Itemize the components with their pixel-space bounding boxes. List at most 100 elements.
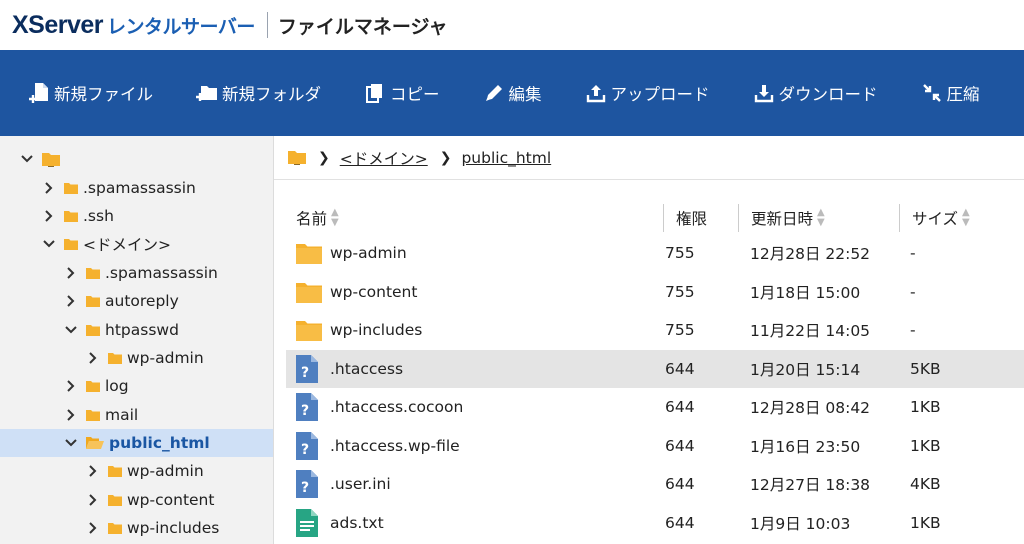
breadcrumb: ❯ <ドメイン> ❯ public_html: [274, 136, 1024, 180]
toolbar: 新規ファイル 新規フォルダ コピー 編集 アップロード ダウンロード 圧縮: [0, 50, 1024, 136]
tree-item[interactable]: autoreply: [0, 287, 273, 315]
app-header: XServer レンタルサーバー ファイルマネージャ: [0, 0, 1024, 50]
chevron-right-icon[interactable]: [86, 464, 100, 478]
breadcrumb-domain[interactable]: <ドメイン>: [340, 147, 428, 169]
folder-icon: [86, 295, 100, 308]
folder-icon: [86, 267, 100, 279]
download-button[interactable]: ダウンロード: [753, 81, 878, 105]
tree-item[interactable]: log: [0, 372, 273, 400]
table-row[interactable]: wp-content 755 1月18日 15:00 -: [286, 273, 1024, 312]
tree-item[interactable]: public_html: [0, 428, 273, 458]
chevron-right-icon[interactable]: [64, 266, 78, 280]
cell-size: -: [910, 321, 916, 340]
tree-item[interactable]: .spamassassin: [0, 259, 273, 287]
tree-item[interactable]: wp-admin: [0, 457, 273, 485]
folder-icon: [108, 522, 122, 535]
tree-item[interactable]: .spamassassin: [0, 173, 273, 201]
compress-label: 圧縮: [946, 85, 980, 104]
cell-size: 1KB: [910, 398, 941, 417]
cell-name: wp-content: [286, 273, 664, 312]
table-row[interactable]: ? .htaccess.wp-file 644 1月16日 23:50 1KB: [286, 427, 1024, 466]
tree-item[interactable]: [0, 145, 273, 173]
chevron-right-icon[interactable]: [64, 408, 78, 422]
tree-item[interactable]: .ssh: [0, 202, 273, 230]
chevron-right-icon[interactable]: [86, 521, 100, 535]
column-header-modified[interactable]: 更新日時 ▲ ▼: [739, 202, 899, 234]
edit-label: 編集: [508, 85, 542, 104]
tree-item-label: autoreply: [105, 292, 179, 311]
tree-item-label: wp-admin: [127, 348, 204, 367]
svg-text:?: ?: [301, 480, 309, 496]
tree-item-label: htpasswd: [105, 320, 179, 339]
chevron-down-icon[interactable]: [42, 237, 56, 251]
compress-button[interactable]: 圧縮: [921, 81, 980, 105]
tree-item[interactable]: mail: [0, 401, 273, 429]
table-row[interactable]: ? .htaccess.cocoon 644 12月28日 08:42 1KB: [286, 388, 1024, 427]
unknown-file-icon: ?: [296, 393, 322, 422]
logo-sub-text: レンタルサーバー: [107, 15, 255, 38]
tree-item-label: wp-includes: [127, 519, 220, 538]
cell-name: ? .user.ini: [286, 465, 664, 504]
cell-permission: 644: [665, 359, 695, 378]
chevron-right-icon[interactable]: [42, 209, 56, 223]
file-name: .user.ini: [330, 475, 391, 494]
logo-main-text: XServer: [12, 10, 104, 39]
sort-icon: ▲ ▼: [331, 207, 339, 228]
column-header-permission[interactable]: 権限: [664, 202, 738, 234]
copy-button[interactable]: コピー: [364, 81, 440, 105]
copy-icon: [364, 82, 386, 104]
cell-permission: 755: [665, 282, 695, 301]
edit-button[interactable]: 編集: [483, 81, 542, 105]
upload-icon: [585, 82, 607, 104]
table-row[interactable]: ? .htaccess 644 1月20日 15:14 5KB: [286, 349, 1024, 388]
tree-item[interactable]: wp-content: [0, 486, 273, 514]
cell-size: 1KB: [910, 513, 941, 532]
table-row[interactable]: wp-includes 755 11月22日 14:05 -: [286, 311, 1024, 350]
table-row[interactable]: wp-admin 755 12月28日 22:52 -: [286, 234, 1024, 273]
cell-size: 4KB: [910, 475, 941, 494]
root-folder-icon[interactable]: [288, 150, 306, 165]
cell-modified: 1月18日 15:00: [750, 283, 861, 302]
tree-item[interactable]: wp-includes: [0, 514, 273, 542]
upload-label: アップロード: [610, 85, 710, 104]
xserver-logo[interactable]: XServer レンタルサーバー: [12, 11, 255, 40]
sort-icon: ▲ ▼: [962, 207, 970, 228]
cell-size: 5KB: [910, 359, 941, 378]
folder-icon: [86, 324, 100, 336]
tree-item[interactable]: htpasswd: [0, 315, 273, 343]
upload-button[interactable]: アップロード: [585, 81, 710, 105]
chevron-down-icon[interactable]: [64, 436, 78, 450]
chevron-right-icon[interactable]: [42, 181, 56, 195]
cell-permission: 755: [665, 321, 695, 340]
cell-size: -: [910, 282, 916, 301]
folder-icon: [64, 182, 78, 194]
cell-name: wp-admin: [286, 234, 664, 273]
chevron-right-icon[interactable]: [86, 493, 100, 507]
chevron-right-icon[interactable]: [86, 351, 100, 365]
tree-item-label: mail: [105, 405, 139, 424]
chevron-right-icon[interactable]: [64, 379, 78, 393]
folder-icon: [64, 210, 78, 222]
new-folder-label: 新規フォルダ: [222, 85, 321, 104]
column-header-name[interactable]: 名前 ▲ ▼: [286, 202, 663, 234]
breadcrumb-current-folder[interactable]: public_html: [461, 149, 551, 167]
folder-icon: [108, 494, 122, 506]
new-file-button[interactable]: 新規ファイル: [28, 81, 153, 105]
folder-icon: [108, 465, 122, 478]
column-header-size[interactable]: サイズ ▲ ▼: [900, 202, 1024, 234]
tree-item-label: <ドメイン>: [83, 236, 171, 255]
chevron-down-icon[interactable]: [64, 323, 78, 337]
tree-item-label: log: [105, 377, 129, 396]
tree-item[interactable]: <ドメイン>: [0, 230, 273, 258]
new-file-icon: [28, 82, 50, 104]
cell-modified: 1月20日 15:14: [750, 360, 861, 379]
tree-item[interactable]: wp-admin: [0, 344, 273, 372]
folder-icon: [64, 238, 78, 251]
table-row[interactable]: ? .user.ini 644 12月27日 18:38 4KB: [286, 465, 1024, 504]
chevron-down-icon[interactable]: [20, 152, 34, 166]
chevron-right-icon[interactable]: [64, 294, 78, 308]
file-rows: wp-admin 755 12月28日 22:52 - wp-content 755 1月1…: [286, 234, 1024, 542]
table-row[interactable]: ads.txt 644 1月9日 10:03 1KB: [286, 504, 1024, 543]
table-header: 名前 ▲ ▼ 権限 更新日時 ▲ ▼ サイズ ▲ ▼: [286, 202, 1024, 234]
new-folder-button[interactable]: 新規フォルダ: [196, 81, 321, 105]
